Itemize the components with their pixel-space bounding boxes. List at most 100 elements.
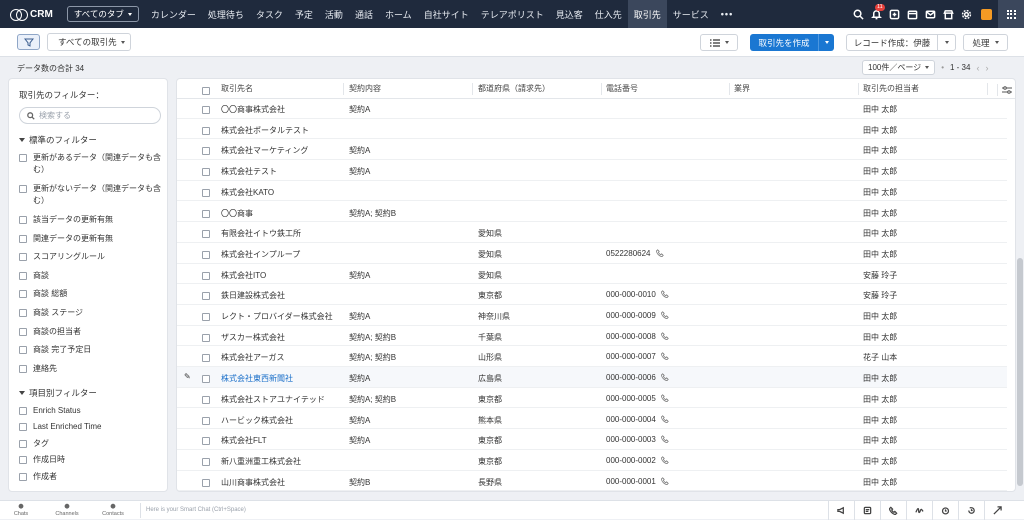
nav-tab-9[interactable]: 見込客 — [550, 0, 589, 28]
row-checkbox[interactable] — [202, 188, 210, 197]
field-filter-item[interactable]: タグ — [19, 438, 165, 450]
filter-checkbox[interactable] — [19, 364, 27, 373]
record-create-button[interactable]: レコード作成：伊藤 — [846, 34, 956, 51]
bell-icon[interactable]: 11 — [867, 0, 885, 28]
phone-call-icon[interactable] — [660, 373, 669, 382]
standard-filter-item[interactable]: 関連データの更新有無 — [19, 233, 165, 245]
calendar-icon[interactable] — [903, 0, 921, 28]
column-header-industry[interactable]: 業界 — [734, 83, 859, 94]
row-checkbox[interactable] — [202, 126, 210, 135]
table-row[interactable]: 株式会社ストアユナイテッド 契約A; 契約B 東京都 000-000-0005 田中 太… — [177, 388, 1007, 409]
cell-account-name[interactable]: 〇〇商事 — [221, 208, 346, 219]
cell-account-name[interactable]: 新八重洲重工株式会社 — [221, 456, 346, 467]
column-header-contract[interactable]: 契約内容 — [349, 83, 474, 94]
cell-account-name[interactable]: 株式会社テスト — [221, 166, 346, 177]
filter-checkbox[interactable] — [19, 309, 27, 317]
search-icon[interactable] — [849, 0, 867, 28]
nav-tab-2[interactable]: タスク — [250, 0, 289, 28]
nav-tab-10[interactable]: 仕入先 — [589, 0, 628, 28]
select-all-checkbox[interactable] — [202, 87, 210, 95]
nav-tab-7[interactable]: 自社サイト — [418, 0, 475, 28]
cell-account-name[interactable]: 〇〇商事株式会社 — [221, 104, 346, 115]
field-filter-item[interactable]: Enrich Status — [19, 405, 165, 417]
cell-account-name[interactable]: 株式会社東西新聞社 — [221, 373, 346, 384]
field-filter-item[interactable]: 作成日時 — [19, 454, 165, 466]
cell-account-name[interactable]: 株式会社マーケティング — [221, 145, 346, 156]
store-icon[interactable] — [939, 0, 957, 28]
cell-account-name[interactable]: ハービック株式会社 — [221, 415, 346, 426]
apps-grid-icon[interactable] — [998, 0, 1024, 28]
row-checkbox[interactable] — [202, 354, 210, 363]
per-page-select[interactable]: 100件／ページ — [862, 60, 936, 75]
smart-chat-input[interactable]: Here is your Smart Chat (Ctrl+Space) — [140, 503, 590, 518]
phone-call-icon[interactable] — [655, 249, 664, 257]
all-tabs-dropdown[interactable]: すべてのタブ — [66, 6, 139, 22]
row-checkbox[interactable] — [202, 168, 210, 177]
standard-filter-item[interactable]: 更新がないデータ（関連データも含む） — [19, 183, 165, 207]
row-checkbox[interactable] — [202, 230, 210, 239]
nav-tab-1[interactable]: 処理待ち — [202, 0, 250, 28]
bottom-chats-button[interactable]: Chats — [6, 502, 36, 517]
row-checkbox[interactable] — [202, 271, 210, 280]
field-filter-item[interactable]: 作成者 — [19, 471, 165, 483]
table-row[interactable]: 株式会社ポータルテスト 田中 太郎 — [177, 119, 1007, 140]
row-checkbox[interactable] — [202, 106, 210, 114]
nav-tab-5[interactable]: 通話 — [349, 0, 379, 28]
record-create-dropdown[interactable] — [937, 34, 955, 51]
gear-icon[interactable] — [957, 0, 975, 28]
row-checkbox[interactable] — [202, 416, 210, 425]
table-row[interactable]: 新八重洲重工株式会社 東京都 000-000-0002 田中 太郎 — [177, 450, 1007, 471]
column-header-phone[interactable]: 電話番号 — [606, 83, 731, 94]
table-scrollbar[interactable] — [1016, 100, 1024, 492]
column-settings-icon[interactable] — [997, 84, 1015, 96]
standard-filter-item[interactable]: 商談 — [19, 270, 165, 282]
create-account-dropdown[interactable] — [818, 34, 834, 51]
row-checkbox[interactable] — [202, 313, 210, 321]
next-page-icon[interactable]: › — [985, 63, 988, 73]
filter-checkbox[interactable] — [19, 185, 27, 193]
filter-toggle-button[interactable] — [17, 34, 40, 50]
cell-account-name[interactable]: 株式会社アーガス — [221, 352, 346, 363]
mail-icon[interactable] — [921, 0, 939, 28]
phone-call-icon[interactable] — [660, 456, 669, 464]
row-checkbox[interactable] — [202, 209, 210, 218]
table-row[interactable]: 株式会社FLT 契約A 東京都 000-000-0003 田中 太郎 — [177, 429, 1007, 450]
add-icon[interactable] — [885, 0, 903, 28]
cell-account-name[interactable]: 鉄日建設株式会社 — [221, 290, 346, 301]
table-row[interactable]: 株式会社マーケティング 契約A 田中 太郎 — [177, 139, 1007, 161]
bottom-contacts-button[interactable]: Contacts — [98, 502, 128, 517]
view-select-dropdown[interactable]: すべての取引先 — [47, 33, 131, 51]
table-row[interactable]: 有限会社イトウ鉄工所 愛知県 田中 太郎 — [177, 222, 1007, 243]
user-avatar[interactable] — [981, 8, 992, 20]
cell-account-name[interactable]: 株式会社FLT — [221, 435, 346, 446]
scrollbar-thumb[interactable] — [1017, 258, 1023, 486]
nav-tab-3[interactable]: 予定 — [289, 0, 319, 28]
megaphone-icon[interactable] — [828, 501, 854, 520]
phone-call-icon[interactable] — [660, 435, 669, 444]
filter-checkbox[interactable] — [19, 456, 27, 464]
standard-filter-item[interactable]: 商談 ステージ — [19, 307, 165, 319]
row-checkbox[interactable] — [202, 395, 210, 404]
alarm-icon[interactable] — [932, 501, 958, 520]
cell-account-name[interactable]: 有限会社イトウ鉄工所 — [221, 228, 346, 239]
cell-account-name[interactable]: 株式会社ストアユナイテッド — [221, 394, 346, 405]
table-row[interactable]: 株式会社ITO 契約A 愛知県 安藤 玲子 — [177, 264, 1007, 285]
edit-pencil-icon[interactable]: ✎ — [184, 372, 191, 381]
row-checkbox[interactable] — [202, 250, 210, 259]
standard-filter-item[interactable]: 更新があるデータ（関連データも含む） — [19, 152, 165, 176]
cell-account-name[interactable]: 山川商事株式会社 — [221, 477, 346, 488]
list-view-button[interactable] — [700, 34, 738, 51]
standard-filter-section[interactable]: 標準のフィルター — [19, 134, 97, 146]
crm-logo[interactable]: CRM — [0, 0, 63, 28]
table-row[interactable]: 〇〇商事 契約A; 契約B 田中 太郎 — [177, 202, 1007, 223]
field-filter-section[interactable]: 項目別フィルター — [19, 387, 97, 399]
table-row[interactable]: レクト・プロバイダー株式会社 契約A 神奈川県 000-000-0009 田中 太郎 — [177, 305, 1007, 326]
standard-filter-item[interactable]: 該当データの更新有無 — [19, 214, 165, 226]
phone-call-icon[interactable] — [660, 352, 669, 361]
filter-checkbox[interactable] — [19, 154, 27, 162]
standard-filter-item[interactable]: 商談の担当者 — [19, 326, 165, 338]
nav-tab-0[interactable]: カレンダー — [145, 0, 202, 28]
column-header-owner[interactable]: 取引先の担当者 — [863, 83, 983, 94]
signature-icon[interactable] — [906, 501, 932, 520]
filter-search-input[interactable]: 検索する — [19, 107, 161, 124]
